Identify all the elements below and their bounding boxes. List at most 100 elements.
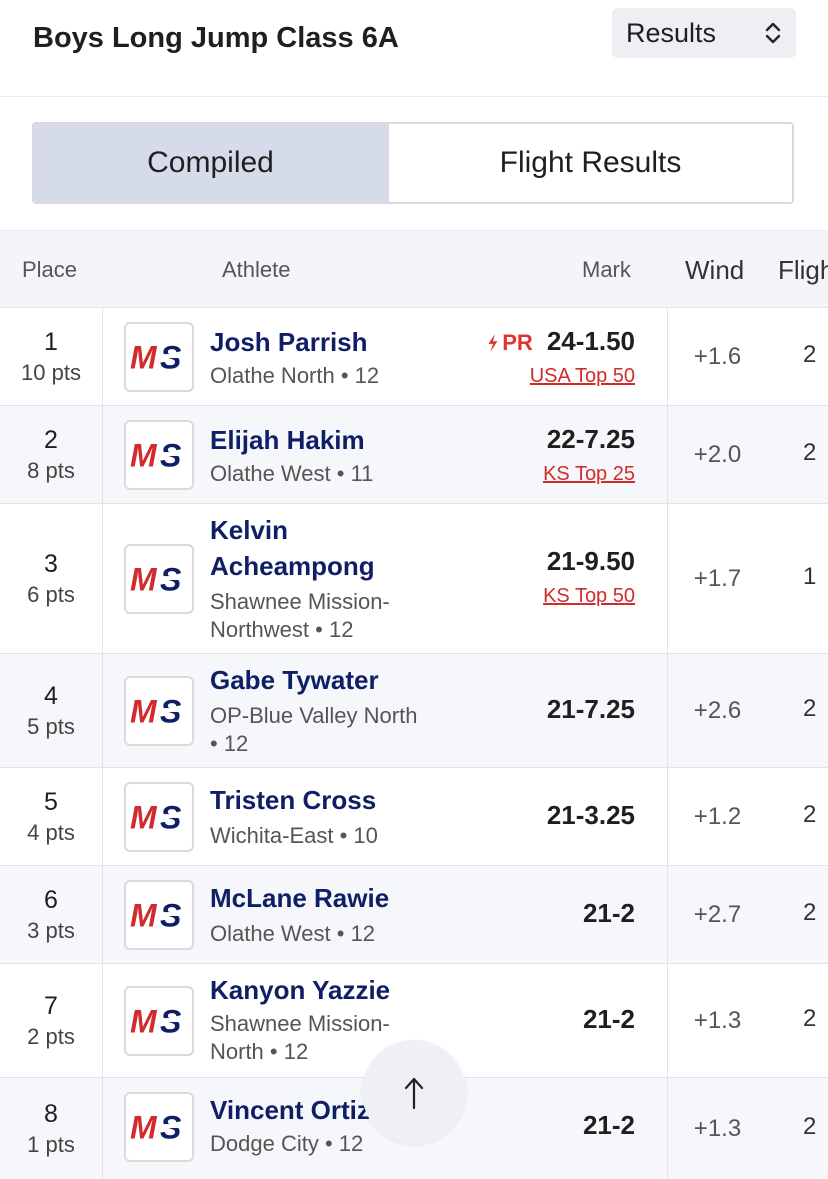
table-row[interactable]: 4 5 pts M S Gabe Tywater OP-Blue Valley N… — [0, 653, 828, 767]
flight-value: 2 — [803, 899, 817, 926]
place-points: 1 pts — [27, 1131, 75, 1157]
wind-value: +1.7 — [667, 504, 767, 653]
place-points: 6 pts — [27, 581, 75, 607]
athlete-name[interactable]: Kanyon Yazzie — [210, 972, 390, 1008]
ranking-badge-link[interactable]: KS Top 25 — [430, 460, 635, 488]
header: Boys Long Jump Class 6A Results — [0, 0, 828, 97]
mark-value: 21-2 — [582, 1004, 635, 1034]
team-logo[interactable]: M S — [124, 544, 194, 614]
wind-value: +2.7 — [667, 866, 767, 963]
table-header: Place Athlete Mark Wind Fligh — [0, 230, 828, 307]
place-number: 4 — [44, 681, 58, 710]
mark-cell: PR 24-1.50 — [430, 324, 635, 358]
place-number: 1 — [44, 327, 58, 356]
flight-value: 2 — [803, 801, 817, 828]
ms-logo-icon: M S — [130, 1004, 191, 1038]
athlete-school: Olathe North • 12 — [210, 363, 380, 388]
header-flight[interactable]: Fligh — [778, 231, 828, 307]
mark-cell: 22-7.25 — [430, 422, 635, 456]
athlete-name[interactable]: Josh Parrish — [210, 324, 368, 360]
svg-text:M: M — [130, 340, 158, 374]
table-row[interactable]: 1 10 pts M S Josh Parrish Olathe North • … — [0, 307, 828, 405]
ms-logo-icon: M S — [130, 340, 191, 374]
team-logo[interactable]: M S — [124, 782, 194, 852]
place-points: 4 pts — [27, 819, 75, 845]
results-select-value: Results — [626, 18, 717, 48]
athlete-name[interactable]: McLane Rawie — [210, 880, 389, 916]
place-number: 7 — [44, 991, 58, 1020]
view-tabs: Compiled Flight Results — [32, 122, 794, 204]
place-points: 8 pts — [27, 457, 75, 483]
mark-cell: 21-2 — [430, 1002, 635, 1036]
place-number: 5 — [44, 787, 58, 816]
athlete-name[interactable]: Kelvin — [210, 512, 288, 548]
athlete-school: Shawnee Mission- — [210, 1011, 390, 1036]
tab-compiled[interactable]: Compiled — [34, 124, 389, 202]
team-logo[interactable]: M S — [124, 322, 194, 392]
wind-value: +1.3 — [667, 1078, 767, 1179]
athlete-name[interactable]: Vincent Ortiz — [210, 1092, 370, 1128]
pr-label: PR — [502, 330, 533, 355]
header-athlete[interactable]: Athlete — [222, 231, 291, 307]
athlete-school: Wichita-East • 10 — [210, 823, 378, 848]
tab-flight-results[interactable]: Flight Results — [389, 124, 792, 202]
ms-logo-icon: M S — [130, 1110, 191, 1144]
team-logo[interactable]: M S — [124, 420, 194, 490]
mark-value: 21-9.50 — [546, 546, 635, 576]
svg-text:M: M — [130, 562, 158, 596]
team-logo[interactable]: M S — [124, 986, 194, 1056]
mark-value: 21-3.25 — [546, 800, 635, 830]
flight-value: 2 — [803, 695, 817, 722]
athlete-name-line-2[interactable]: Acheampong — [210, 548, 375, 584]
chevron-up-down-icon — [765, 22, 781, 44]
athlete-school: Olathe West • 11 — [210, 461, 374, 486]
header-place[interactable]: Place — [22, 231, 77, 307]
place-cell: 3 6 pts — [0, 504, 103, 653]
flight-value: 1 — [803, 563, 817, 590]
athlete-school-line-2: • 12 — [210, 731, 249, 756]
scroll-to-top-button[interactable] — [362, 1040, 466, 1144]
mark-value: 21-7.25 — [546, 694, 635, 724]
lightning-icon — [488, 334, 498, 352]
place-cell: 8 1 pts — [0, 1078, 103, 1179]
team-logo[interactable]: M S — [124, 880, 194, 950]
ms-logo-icon: M S — [130, 438, 191, 472]
mark-cell: 21-2 — [430, 896, 635, 930]
flight-value: 2 — [803, 341, 817, 368]
team-logo[interactable]: M S — [124, 676, 194, 746]
ranking-badge-link[interactable]: USA Top 50 — [430, 362, 635, 390]
ranking-badge-link[interactable]: KS Top 50 — [430, 582, 635, 610]
ms-logo-icon: M S — [130, 800, 191, 834]
table-row[interactable]: 3 6 pts M S KelvinAcheampong Shawnee Miss… — [0, 503, 828, 653]
athlete-school: OP-Blue Valley North — [210, 703, 418, 728]
mark-value: 21-2 — [582, 898, 635, 928]
place-cell: 2 8 pts — [0, 406, 103, 503]
results-select[interactable]: Results — [612, 8, 796, 58]
place-number: 6 — [44, 885, 58, 914]
arrow-up-icon — [404, 1077, 424, 1110]
place-points: 5 pts — [27, 713, 75, 739]
mark-cell: 21-3.25 — [430, 798, 635, 832]
table-row[interactable]: 5 4 pts M S Tristen Cross Wichita-East • … — [0, 767, 828, 865]
flight-value: 2 — [803, 1113, 817, 1140]
place-number: 2 — [44, 425, 58, 454]
place-points: 3 pts — [27, 917, 75, 943]
team-logo[interactable]: M S — [124, 1092, 194, 1162]
svg-text:M: M — [130, 1004, 158, 1038]
flight-value: 2 — [803, 439, 817, 466]
athlete-name[interactable]: Gabe Tywater — [210, 662, 379, 698]
pr-badge: PR — [487, 330, 533, 355]
athlete-name[interactable]: Tristen Cross — [210, 782, 376, 818]
table-row[interactable]: 2 8 pts M S Elijah Hakim Olathe West • 11… — [0, 405, 828, 503]
place-points: 2 pts — [27, 1023, 75, 1049]
place-cell: 4 5 pts — [0, 654, 103, 767]
svg-text:M: M — [130, 438, 158, 472]
athlete-name[interactable]: Elijah Hakim — [210, 422, 365, 458]
place-number: 3 — [44, 549, 58, 578]
header-wind[interactable]: Wind — [685, 231, 744, 307]
place-points: 10 pts — [21, 359, 81, 385]
table-row[interactable]: 6 3 pts M S McLane Rawie Olathe West • 12… — [0, 865, 828, 963]
place-cell: 7 2 pts — [0, 964, 103, 1077]
header-mark[interactable]: Mark — [582, 231, 631, 307]
place-cell: 5 4 pts — [0, 768, 103, 865]
